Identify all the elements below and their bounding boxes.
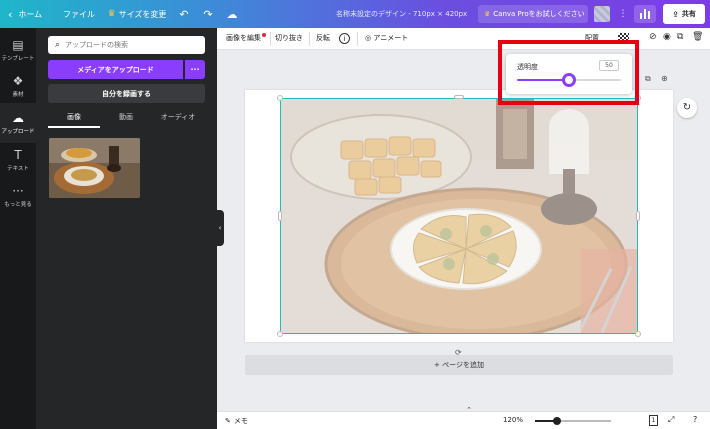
nav-item-text[interactable]: T テキスト [0,140,36,180]
upload-media-button[interactable]: メディアをアップロード [48,60,183,79]
tab-images[interactable]: 画像 [48,110,100,128]
zoom-knob[interactable] [553,417,562,425]
animate-label: アニメート [373,34,409,42]
animate-button[interactable]: ◎ アニメート [365,33,408,43]
side-nav: ▤ テンプレート ❖ 素材 ☁ アップロード T テキスト ··· もっと見る [0,28,36,429]
resize-handle[interactable] [277,331,283,337]
edit-image-button[interactable]: 画像を編集 [226,33,266,43]
nav-item-elements[interactable]: ❖ 素材 [0,66,36,106]
toolbar-divider [270,32,271,46]
try-pro-label: Canva Proをお試しください [493,10,585,18]
home-label: ホーム [18,9,43,19]
flip-button[interactable]: 反転 [316,33,330,43]
resize-handle[interactable] [454,95,464,99]
resize-handle[interactable] [278,211,282,221]
bar-chart-icon [644,9,646,19]
chevron-left-icon: ‹ [8,7,13,21]
share-label: 共有 [681,10,696,18]
page-count[interactable]: 1 [649,415,658,426]
bar-chart-icon [648,11,650,19]
nav-item-templates[interactable]: ▤ テンプレート [0,30,36,70]
uploaded-image-thumbnail[interactable] [49,138,140,198]
refresh-icon[interactable]: ↻ [677,98,697,118]
tab-videos[interactable]: 動画 [100,110,152,128]
nav-item-uploads[interactable]: ☁ アップロード [0,103,36,143]
link-icon[interactable]: ⊘ [649,32,657,42]
elements-icon: ❖ [12,74,24,88]
more-icon: ··· [12,184,24,198]
share-button[interactable]: ⇪ 共有 [663,4,705,24]
notes-label: メモ [233,417,248,425]
selection-frame [280,98,638,334]
nav-item-label: もっと見る [4,202,32,208]
search-input[interactable]: ⌕ アップロードの検索 [48,36,205,54]
resize-label: サイズを変更 [118,9,167,19]
add-page-button[interactable]: + ページを追加 [245,355,673,375]
upload-icon: ☁ [12,111,24,125]
resize-button[interactable]: ♛ サイズを変更 [102,0,172,28]
resize-handle[interactable] [636,211,640,221]
tab-audio[interactable]: オーディオ [152,110,204,128]
redo-icon[interactable]: ↷ [196,0,220,28]
insights-button[interactable] [634,5,656,23]
crop-button[interactable]: 切り抜き [275,33,303,43]
nav-item-label: テキスト [7,166,29,172]
record-yourself-button[interactable]: 自分を録画する [48,84,205,103]
toolbar-divider [309,32,310,46]
resize-handle[interactable] [635,331,641,337]
duplicate-page-icon[interactable]: ⧉ [645,74,651,84]
share-icon: ⇪ [672,9,679,19]
add-page-icon[interactable]: ⊕ [661,74,668,83]
upload-options-button[interactable]: ··· [185,60,205,79]
uploads-panel: ⌕ アップロードの検索 メディアをアップロード ··· 自分を録画する 画像 動… [36,28,217,429]
zoom-level[interactable]: 120% [503,416,523,424]
search-icon: ⌕ [55,40,61,50]
search-placeholder: アップロードの検索 [65,41,129,49]
nav-item-label: 素材 [12,92,24,98]
trash-icon[interactable]: 🗑 [692,32,703,42]
home-button[interactable]: ‹ ホーム [0,0,56,28]
notes-icon: ✎ [225,417,231,425]
text-icon: T [14,148,22,162]
annotation-highlight-box [498,40,639,105]
nav-item-more[interactable]: ··· もっと見る [0,176,36,216]
document-title[interactable]: 名称未設定のデザイン - 710px × 420px [336,0,467,28]
nav-item-label: アップロード [1,129,35,135]
fullscreen-icon[interactable]: ⤢ [668,415,674,425]
info-icon[interactable]: i [339,33,350,44]
duplicate-icon[interactable]: ⧉ [677,32,683,42]
file-menu-button[interactable]: ファイル [56,0,102,28]
zoom-slider[interactable] [535,417,611,425]
nav-item-label: テンプレート [1,56,35,62]
media-tabs: 画像 動画 オーディオ [48,110,205,128]
edit-image-label: 画像を編集 [226,34,261,42]
eye-icon[interactable]: ◉ [663,32,671,42]
food-photo-thumbnail [49,138,140,198]
avatar[interactable] [594,6,610,22]
collapse-panel-button[interactable]: ‹ [216,210,224,246]
undo-icon[interactable]: ↶ [172,0,196,28]
notification-dot [262,33,266,37]
template-icon: ▤ [12,38,24,52]
cloud-save-icon[interactable]: ☁ [220,0,244,28]
crown-icon: ♛ [107,9,116,19]
crown-icon: ♛ [484,10,491,18]
notes-button[interactable]: ✎ メモ [225,416,248,426]
chevron-up-icon[interactable]: ⌃ [462,406,476,414]
bottom-bar: ⌃ ✎ メモ 120% 1 ⤢ ? [217,406,710,429]
toolbar-divider [357,32,358,46]
resize-handle[interactable] [277,95,283,101]
help-icon[interactable]: ? [693,415,697,424]
try-pro-button[interactable]: ♛ Canva Proをお試しください [478,5,588,23]
bar-chart-icon [640,13,642,19]
more-options-icon[interactable]: ⋮ [618,7,628,21]
